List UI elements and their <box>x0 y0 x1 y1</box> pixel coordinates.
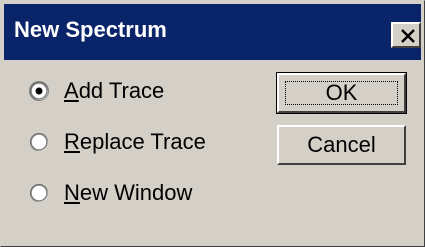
radio-replace-trace[interactable]: Replace Trace <box>28 127 206 157</box>
radio-add-trace-label: Add Trace <box>64 78 165 103</box>
cancel-button[interactable]: Cancel <box>277 125 406 165</box>
radio-new-window-label: New Window <box>64 180 193 205</box>
radio-new-window[interactable]: New Window <box>28 178 192 208</box>
new-spectrum-dialog: New Spectrum Add Trace Replace Trace New… <box>0 0 425 247</box>
radio-add-trace[interactable]: Add Trace <box>28 76 164 106</box>
cancel-button-label: Cancel <box>307 132 376 157</box>
radio-replace-trace-label: Replace Trace <box>64 129 206 154</box>
radio-checked-icon <box>29 81 49 101</box>
title-bar: New Spectrum <box>4 4 421 60</box>
radio-unchecked-icon <box>30 133 48 151</box>
close-button[interactable] <box>391 22 421 48</box>
radio-unchecked-icon <box>30 184 48 202</box>
window-title: New Spectrum <box>14 17 167 42</box>
ok-button[interactable]: OK <box>276 72 407 114</box>
close-icon <box>401 29 415 43</box>
ok-button-label: OK <box>325 80 358 105</box>
